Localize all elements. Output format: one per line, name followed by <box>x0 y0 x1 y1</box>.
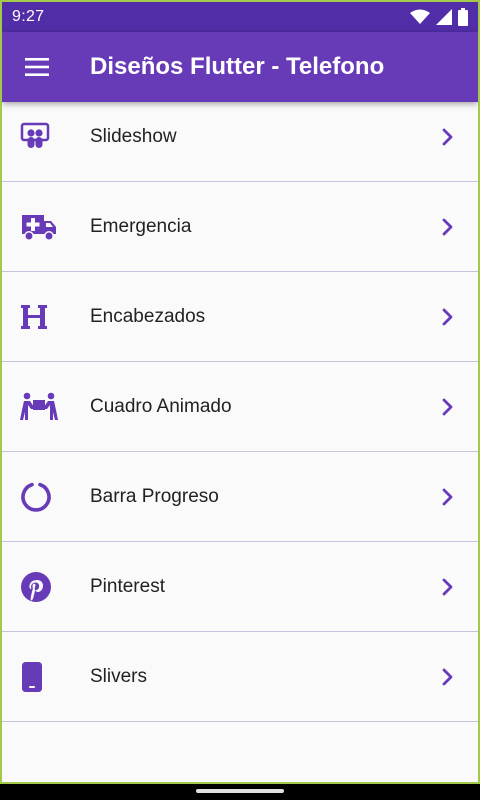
chevron-right-icon <box>442 128 453 145</box>
status-icons <box>410 8 468 26</box>
wifi-icon <box>410 9 430 24</box>
chevron-right-icon <box>442 488 453 505</box>
heading-icon <box>21 304 47 329</box>
list-item-emergencia[interactable]: Emergencia <box>2 182 478 272</box>
chevron-right-icon <box>442 218 453 235</box>
screen: 9:27 Diseños Flutter - Telefono Slidesho… <box>0 0 480 784</box>
home-gesture-handle[interactable] <box>196 789 284 793</box>
mobile-icon <box>22 661 42 692</box>
list-item-pinterest[interactable]: Pinterest <box>2 542 478 632</box>
status-time: 9:27 <box>12 8 45 25</box>
app-title: Diseños Flutter - Telefono <box>90 53 385 80</box>
list-item-label: Emergencia <box>90 215 192 237</box>
list-item-slideshow[interactable]: Slideshow <box>2 92 478 182</box>
menu-list: Slideshow Emergencia Encabezados Cuadro … <box>2 92 478 722</box>
chevron-right-icon <box>442 398 453 415</box>
menu-icon <box>25 58 49 76</box>
people-carry-icon <box>20 392 58 420</box>
signal-icon <box>436 9 452 25</box>
status-bar: 9:27 <box>2 2 478 32</box>
app-bar: Diseños Flutter - Telefono <box>2 32 478 102</box>
list-item-cuadro-animado[interactable]: Cuadro Animado <box>2 362 478 452</box>
list-item-label: Cuadro Animado <box>90 395 232 417</box>
circle-notch-icon <box>21 482 51 512</box>
list-item-slivers[interactable]: Slivers <box>2 632 478 722</box>
menu-button[interactable] <box>2 32 72 102</box>
list-item-encabezados[interactable]: Encabezados <box>2 272 478 362</box>
list-item-barra-progreso[interactable]: Barra Progreso <box>2 452 478 542</box>
list-item-label: Encabezados <box>90 305 206 327</box>
slideshare-icon <box>20 122 50 148</box>
list-item-label: Slideshow <box>90 125 177 147</box>
list-item-label: Pinterest <box>90 575 165 597</box>
ambulance-icon <box>22 214 56 241</box>
chevron-right-icon <box>442 578 453 595</box>
system-nav-bar <box>0 784 480 800</box>
chevron-right-icon <box>442 308 453 325</box>
list-item-label: Barra Progreso <box>90 485 219 507</box>
chevron-right-icon <box>442 668 453 685</box>
list-item-label: Slivers <box>90 665 148 687</box>
pinterest-icon <box>21 571 51 602</box>
battery-icon <box>458 8 468 26</box>
